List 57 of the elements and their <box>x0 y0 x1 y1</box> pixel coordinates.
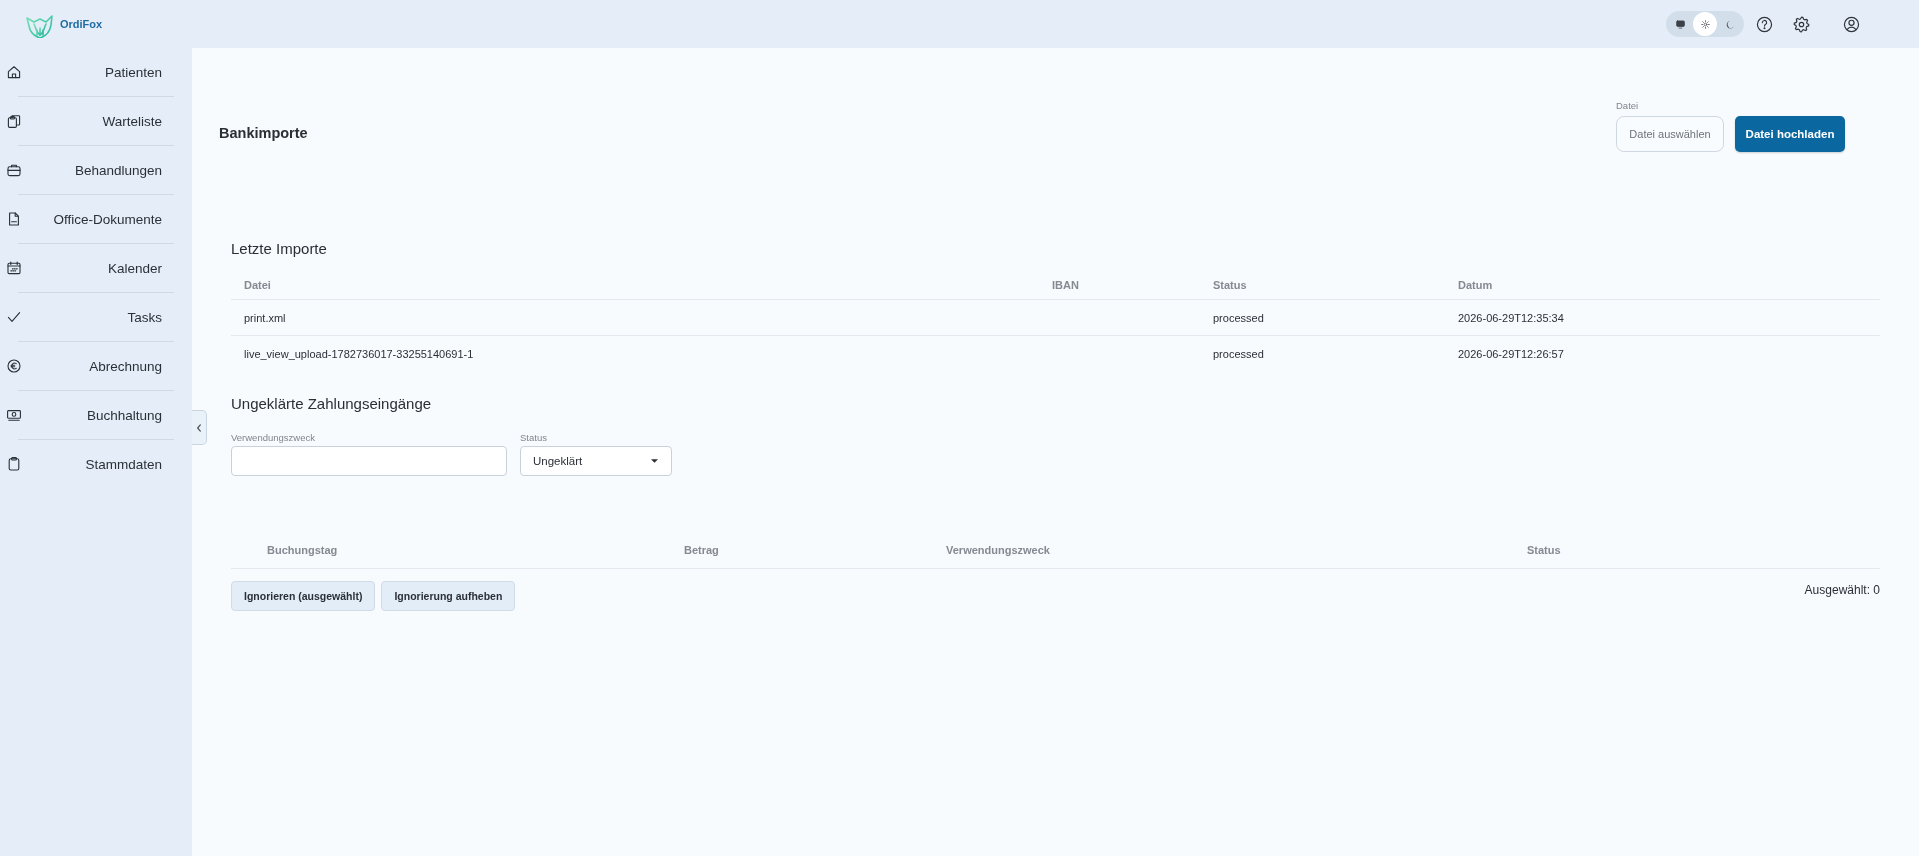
section-title: Letzte Importe <box>231 240 328 258</box>
settings-icon <box>1793 15 1810 33</box>
nav-item[interactable]: Behandlungen <box>0 146 192 194</box>
table-cell-text: processed <box>1213 311 1265 324</box>
table-cell-text: live_view_upload-1782736017-33255140691-1 <box>244 347 475 360</box>
app-name: OrdiFox <box>60 18 103 30</box>
action-button[interactable]: Ignorieren (ausgewählt) <box>231 581 376 611</box>
status-dropdown[interactable]: Ungeklärt <box>520 446 672 476</box>
chevron-left-icon <box>196 423 202 432</box>
table-cell-text: 2026-06-29T12:35:34 <box>1458 311 1565 324</box>
sidebar-collapse-button[interactable] <box>192 410 207 445</box>
document-icon <box>6 211 22 227</box>
column-header: Betrag <box>684 543 720 556</box>
house-icon <box>6 64 22 80</box>
selection-count: Ausgewählt: 0 <box>1804 582 1880 597</box>
section-title: Ungeklärte Zahlungseingänge <box>231 395 433 413</box>
field-label: Datei <box>1616 100 1640 111</box>
nav-item[interactable]: Office-Dokumente <box>0 195 192 243</box>
table-cell-text: 2026-06-29T12:26:57 <box>1458 347 1565 360</box>
caret-down-icon <box>651 459 658 463</box>
calendar-icon <box>6 260 22 276</box>
help-button[interactable] <box>1756 15 1773 33</box>
checkmark-icon <box>6 309 22 325</box>
nav-item[interactable]: Abrechnung <box>0 342 192 390</box>
sun-icon <box>1699 18 1711 30</box>
nav-item[interactable]: Patienten <box>0 48 192 96</box>
upload-button[interactable]: Datei hochladen <box>1735 116 1845 152</box>
monitor-icon <box>1674 18 1686 30</box>
banknote-icon <box>6 407 22 423</box>
column-header: Status <box>1213 278 1248 291</box>
clipboard-icon <box>6 456 22 472</box>
page-title: Bankimporte <box>219 124 308 142</box>
field-label: Status <box>520 432 548 443</box>
column-header: Datum <box>1458 278 1494 291</box>
column-header: Status <box>1527 543 1562 556</box>
nav-item[interactable]: Buchhaltung <box>0 391 192 439</box>
nav-item[interactable]: Kalender <box>0 244 192 292</box>
nav-item[interactable]: Tasks <box>0 293 192 341</box>
file-select-button[interactable]: Datei auswählen <box>1616 116 1724 152</box>
account-button[interactable] <box>1843 15 1860 33</box>
column-header: Datei <box>244 278 272 291</box>
column-header: IBAN <box>1052 278 1080 291</box>
column-header: Verwendungszweck <box>946 543 1051 556</box>
field-label: Verwendungszweck <box>231 432 316 443</box>
nav-item[interactable]: Stammdaten <box>0 440 192 488</box>
settings-button[interactable] <box>1793 15 1810 33</box>
column-header: Buchungstag <box>267 543 339 556</box>
help-icon <box>1756 15 1773 33</box>
text-input-field[interactable] <box>231 446 507 476</box>
table-cell-text: print.xml <box>244 311 287 324</box>
nav-item[interactable]: Warteliste <box>0 97 192 145</box>
clipboards-icon <box>6 113 22 129</box>
table-cell-text: processed <box>1213 347 1265 360</box>
action-button[interactable]: Ignorierung aufheben <box>381 581 516 611</box>
briefcase-icon <box>6 162 22 178</box>
euro-icon <box>6 358 22 374</box>
user-icon <box>1843 15 1860 33</box>
